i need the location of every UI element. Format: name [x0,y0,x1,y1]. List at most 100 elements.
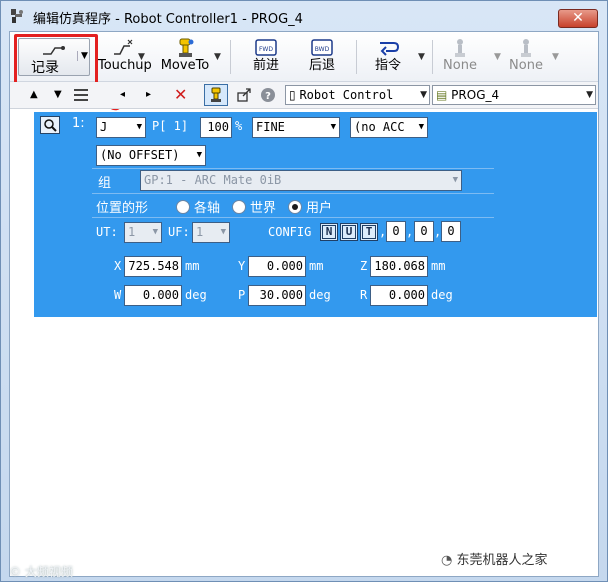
y-label: Y [238,259,246,273]
chevron-down-icon: ▼ [196,150,202,160]
config-comma: , [406,225,414,239]
config-t-button[interactable]: T [360,223,378,241]
export-icon[interactable] [236,87,252,103]
move-down-icon[interactable]: ▼ [54,89,62,100]
radio-axis[interactable] [176,200,190,214]
controller-select[interactable]: ▯ Robot Control ▼ [285,85,430,105]
p-unit: deg [309,288,331,302]
divider [92,217,494,218]
speed-input[interactable]: 100 [200,117,232,138]
watermark-right: ◔ 东莞机器人之家 [441,549,548,568]
radio-user-label: 用户 [306,201,333,216]
config-value-3[interactable]: 0 [441,221,461,242]
ut-select: 1 ▼ [124,222,162,243]
none-label-1: None [443,58,477,73]
window-title: 编辑仿真程序 - Robot Controller1 - PROG_4 [33,12,303,27]
watermark-right-text: 东莞机器人之家 [456,553,548,568]
robot-toggle-button[interactable] [204,84,228,106]
speed-unit: % [235,119,243,133]
none-button-2[interactable]: None [504,36,548,78]
z-unit: mm [431,259,446,273]
record-highlight-box [14,34,98,88]
toolbar-separator [432,40,433,74]
r-unit: deg [431,288,453,302]
backward-button[interactable]: BWD 后退 [300,36,344,78]
title-bar: 编辑仿真程序 - Robot Controller1 - PROG_4 ✕ [1,1,607,31]
forward-button[interactable]: FWD 前进 [244,36,288,78]
acc-value: (no ACC [354,120,405,134]
divider [92,193,494,194]
next-arrow-icon[interactable]: ▸ [146,89,151,100]
chevron-down-icon: ▼ [452,175,458,185]
x-label: X [114,259,122,273]
instruction-panel: 1: J ▼ P[ 1] 100 % FINE ▼ (no ACC ▼ (No … [34,112,597,317]
magnifier-icon [44,119,57,132]
instruction-label: 指令 [374,58,401,73]
chevron-down-icon: ▼ [418,122,424,132]
config-value-2[interactable]: 0 [414,221,434,242]
backward-icon: BWD [311,39,333,56]
prev-arrow-icon[interactable]: ◂ [120,89,125,100]
main-window: 编辑仿真程序 - Robot Controller1 - PROG_4 ✕ 记录… [0,0,608,582]
moveto-button[interactable]: MoveTo [158,36,212,78]
main-toolbar: 记录 ▼ Touchup ▼ MoveTo ▼ FWD 前进 BWD 后退 指令… [10,32,598,88]
instruction-icon [380,42,400,56]
offset-value: (No OFFSET) [100,148,180,162]
help-icon[interactable]: ? [260,87,276,103]
none-label-2: None [509,58,543,73]
touchup-dropdown-icon[interactable]: ▼ [138,52,145,62]
magnifier-button[interactable] [40,116,60,134]
offset-select[interactable]: (No OFFSET) ▼ [96,145,206,166]
none-button-1[interactable]: None [438,36,482,78]
delete-icon[interactable]: ✕ [174,85,187,104]
radio-user[interactable] [288,200,302,214]
moveto-label: MoveTo [160,58,210,73]
robot-app-icon [11,9,23,23]
controller-icon: ▯ [289,88,296,102]
none1-dropdown-icon[interactable]: ▼ [494,52,501,62]
termination-select[interactable]: FINE ▼ [252,117,340,138]
ut-value: 1 [128,225,136,239]
x-input[interactable]: 725.548 [124,256,182,277]
chevron-down-icon: ▼ [420,90,427,100]
ut-label: UT: [96,225,118,239]
moveto-dropdown-icon[interactable]: ▼ [214,52,221,62]
r-input[interactable]: 0.000 [370,285,428,306]
chevron-down-icon: ▼ [220,227,226,237]
group-select: GP:1 - ARC Mate 0iB ▼ [140,170,462,191]
backward-label: 后退 [308,58,335,73]
program-icon: ▤ [436,88,448,102]
config-value-1[interactable]: 0 [386,221,406,242]
acc-select[interactable]: (no ACC ▼ [350,117,428,138]
w-input[interactable]: 0.000 [124,285,182,306]
instruction-button[interactable]: 指令 [366,36,410,78]
position-form-label: 位置的形 [96,201,149,216]
secondary-toolbar: ▲ ▼ ◂ ▸ ✕ ? ▯ Robot Control ▼ ▤ PROG_4 ▼ [10,82,598,109]
z-input[interactable]: 180.068 [370,256,428,277]
radio-world[interactable] [232,200,246,214]
config-u-button[interactable]: U [340,223,358,241]
radio-world-label: 世界 [250,201,277,216]
instruction-dropdown-icon[interactable]: ▼ [418,52,425,62]
toolbar-separator [356,40,357,74]
chevron-down-icon: ▼ [136,122,142,132]
w-unit: deg [185,288,207,302]
close-button[interactable]: ✕ [558,9,598,28]
svg-text:?: ? [265,91,271,102]
robot-moveto-icon [179,38,194,57]
y-input[interactable]: 0.000 [248,256,306,277]
z-label: Z [360,259,368,273]
uf-value: 1 [196,225,204,239]
line-numbers-icon[interactable] [72,87,90,103]
motion-type-select[interactable]: J ▼ [96,117,146,138]
position-register-label: P[ 1] [152,119,189,133]
chevron-down-icon: ▼ [586,90,593,100]
w-label: W [114,288,122,302]
config-n-button[interactable]: N [320,223,338,241]
robot-arm-icon [211,87,221,102]
gray-robot-icon [455,39,465,57]
none2-dropdown-icon[interactable]: ▼ [552,52,559,62]
p-input[interactable]: 30.000 [248,285,306,306]
program-select[interactable]: ▤ PROG_4 ▼ [432,85,596,105]
move-up-icon[interactable]: ▲ [30,89,38,100]
